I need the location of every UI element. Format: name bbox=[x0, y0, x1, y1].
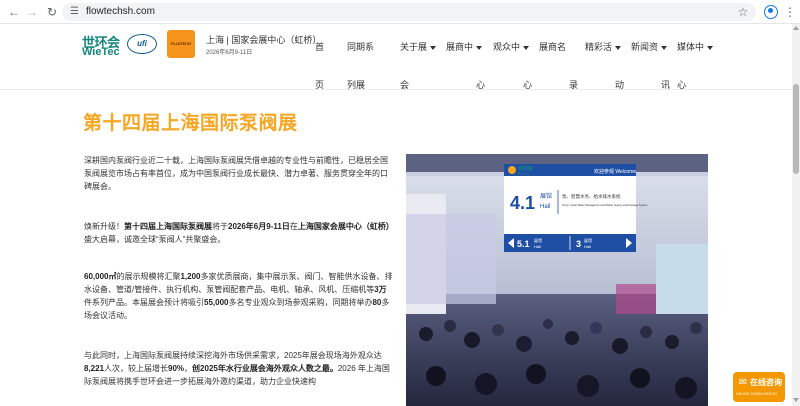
logo-en-text: WieTec bbox=[82, 46, 120, 58]
text-run: 件系列产品。本届展会预计将吸引 bbox=[84, 298, 204, 307]
profile-avatar-icon[interactable] bbox=[764, 5, 778, 19]
chat-icon: ✉ bbox=[738, 377, 748, 388]
main-content: 第十四届上海国际泵阀展 深耕国内泵阀行业近二十载，上海国际泵阀展凭借卓越的专业性… bbox=[0, 90, 792, 406]
chevron-down-icon bbox=[476, 45, 483, 50]
nav-label: 同期系 bbox=[347, 42, 375, 52]
direction-left-number: 5.1 bbox=[517, 239, 530, 249]
nav-label: 观众中 bbox=[493, 42, 521, 52]
text-run: ， bbox=[184, 364, 193, 373]
text-run: 90% bbox=[168, 364, 185, 373]
consult-label-cn: 在线咨询 bbox=[750, 378, 782, 387]
online-consultation-button[interactable]: ✉ 在线咨询 ONLINE CONSULTATION bbox=[733, 372, 785, 402]
nav-label: 新闻资 bbox=[631, 42, 659, 52]
text-run: 的展示规模将汇聚 bbox=[116, 272, 181, 281]
text-run: 60,000㎡ bbox=[84, 272, 117, 281]
direction-right-en: Hall bbox=[584, 244, 591, 249]
address-bar[interactable]: ☰ flowtechsh.com ☆ bbox=[62, 3, 756, 21]
fluitech-logo: FLUITECH bbox=[167, 30, 195, 58]
text-run: 盛大启幕，诚邀全球“泵阀人”共聚盛会。 bbox=[84, 235, 226, 244]
url-text: flowtechsh.com bbox=[86, 6, 155, 17]
hall-photo-svg: 世环会 WieTec 欢迎参观 Welcome 4.1 展馆 Hall 泵、智慧… bbox=[406, 154, 708, 406]
nav-label: 首 bbox=[315, 42, 325, 52]
text-run: 多名专业观众到场参观采购，同期将举办 bbox=[228, 298, 373, 307]
direction-left-cn: 展馆 bbox=[534, 237, 542, 243]
chevron-down-icon bbox=[661, 45, 668, 50]
page-scrollbar[interactable] bbox=[792, 24, 800, 406]
page-title: 第十四届上海国际泵阀展 bbox=[83, 113, 298, 134]
chevron-down-icon bbox=[523, 45, 530, 50]
more-menu-icon[interactable]: ⋮ bbox=[784, 4, 796, 20]
wietec-logo[interactable]: 世环会 WieTec bbox=[82, 32, 128, 58]
exhibition-hall-photo: 世环会 WieTec 欢迎参观 Welcome 4.1 展馆 Hall 泵、智慧… bbox=[406, 154, 708, 406]
reload-icon[interactable]: ↻ bbox=[44, 4, 60, 20]
direction-left-en: Hall bbox=[534, 244, 541, 249]
left-booth-wall bbox=[406, 214, 496, 304]
venue-date: 2026年6月9-11日 bbox=[206, 50, 253, 56]
text-run: 55,000 bbox=[204, 298, 229, 307]
text-run: 1,200 bbox=[180, 272, 201, 281]
text-run: 焕新升级！ bbox=[84, 222, 124, 231]
nav-label: 媒体中 bbox=[677, 42, 705, 52]
sign-hall-number: 4.1 bbox=[510, 193, 535, 213]
sign-brand-cn: 世环会 bbox=[518, 165, 533, 172]
direction-right-number: 3 bbox=[576, 239, 581, 249]
site-header: 世环会 WieTec ufi FLUITECH 上海 | 国家会展中心（虹桥） … bbox=[0, 24, 792, 90]
text-run: 2026年6月9-11日 bbox=[228, 222, 290, 231]
sign-welcome: 欢迎参观 Welcome bbox=[594, 168, 636, 175]
direction-right-cn: 展馆 bbox=[584, 237, 592, 243]
sign-hall-en: Hall bbox=[540, 204, 550, 210]
text-run: 上海国家会展中心（虹桥） bbox=[297, 222, 394, 231]
announcement-paragraph: 焕新升级！第十四届上海国际泵阀展将于2026年6月9-11日在上海国家会展中心（… bbox=[84, 220, 394, 246]
brand-mark bbox=[508, 166, 516, 174]
nav-label: 展商名 bbox=[539, 42, 567, 52]
text-run: 在 bbox=[289, 222, 298, 231]
text-run: 3万 bbox=[374, 285, 387, 294]
overseas-paragraph: 与此同时，上海国际泵阀展持续深挖海外市场供采需求，2025年展会现场海外观众达 8… bbox=[84, 349, 394, 388]
sign-desc-en: Pump, Smart Water Management and Water S… bbox=[562, 203, 647, 207]
sign-hall-cn: 展馆 bbox=[540, 192, 552, 200]
forward-arrow-icon[interactable]: → bbox=[24, 4, 40, 20]
venue-title: 上海 | 国家会展中心（虹桥） bbox=[206, 35, 322, 45]
booth-banner bbox=[616, 284, 656, 314]
text-run: 创2025年水行业展会海外观众人数之最。 bbox=[192, 364, 338, 373]
intro-paragraph: 深耕国内泵阀行业近二十载，上海国际泵阀展凭借卓越的专业性与前瞻性，已稳居全国泵阀… bbox=[84, 156, 388, 191]
text-run: 第十四届上海国际泵阀展 bbox=[124, 222, 212, 231]
browser-toolbar: ← → ↻ ☰ flowtechsh.com ☆ ⋮ bbox=[0, 0, 800, 24]
nav-label: 关于展 bbox=[400, 42, 428, 52]
right-booth bbox=[656, 244, 708, 314]
back-arrow-icon[interactable]: ← bbox=[6, 4, 22, 20]
scroll-down-arrow-icon[interactable] bbox=[793, 398, 799, 402]
bookmark-star-icon[interactable]: ☆ bbox=[736, 5, 750, 19]
scroll-thumb[interactable] bbox=[793, 84, 799, 174]
fluitech-text: FLUITECH bbox=[171, 41, 191, 46]
scroll-up-arrow-icon[interactable] bbox=[793, 26, 799, 30]
chevron-down-icon bbox=[707, 45, 714, 50]
text-run: 与此同时，上海国际泵阀展持续深挖海外市场供采需求，2025年展会现场海外观众达 bbox=[84, 351, 382, 360]
ufi-logo: ufi bbox=[127, 34, 157, 54]
scale-paragraph: 60,000㎡的展示规模将汇聚1,200多家优质展商，集中展示泵、阀门、智能供水… bbox=[84, 270, 394, 322]
chevron-down-icon bbox=[615, 45, 622, 50]
nav-label: 精彩活 bbox=[585, 42, 613, 52]
consult-label-en: ONLINE CONSULTATION bbox=[736, 392, 777, 396]
text-run: 8,221 bbox=[84, 364, 105, 373]
chevron-down-icon bbox=[430, 45, 437, 50]
nav-label: 展商中 bbox=[446, 42, 474, 52]
sign-desc-cn: 泵、智慧水务、给水排水系统 bbox=[562, 193, 621, 200]
sign-brand-en: WieTec bbox=[518, 172, 530, 176]
text-run: 人次，较上届增长 bbox=[104, 364, 169, 373]
text-run: 将于 bbox=[212, 222, 228, 231]
site-info-icon[interactable]: ☰ bbox=[70, 6, 82, 18]
